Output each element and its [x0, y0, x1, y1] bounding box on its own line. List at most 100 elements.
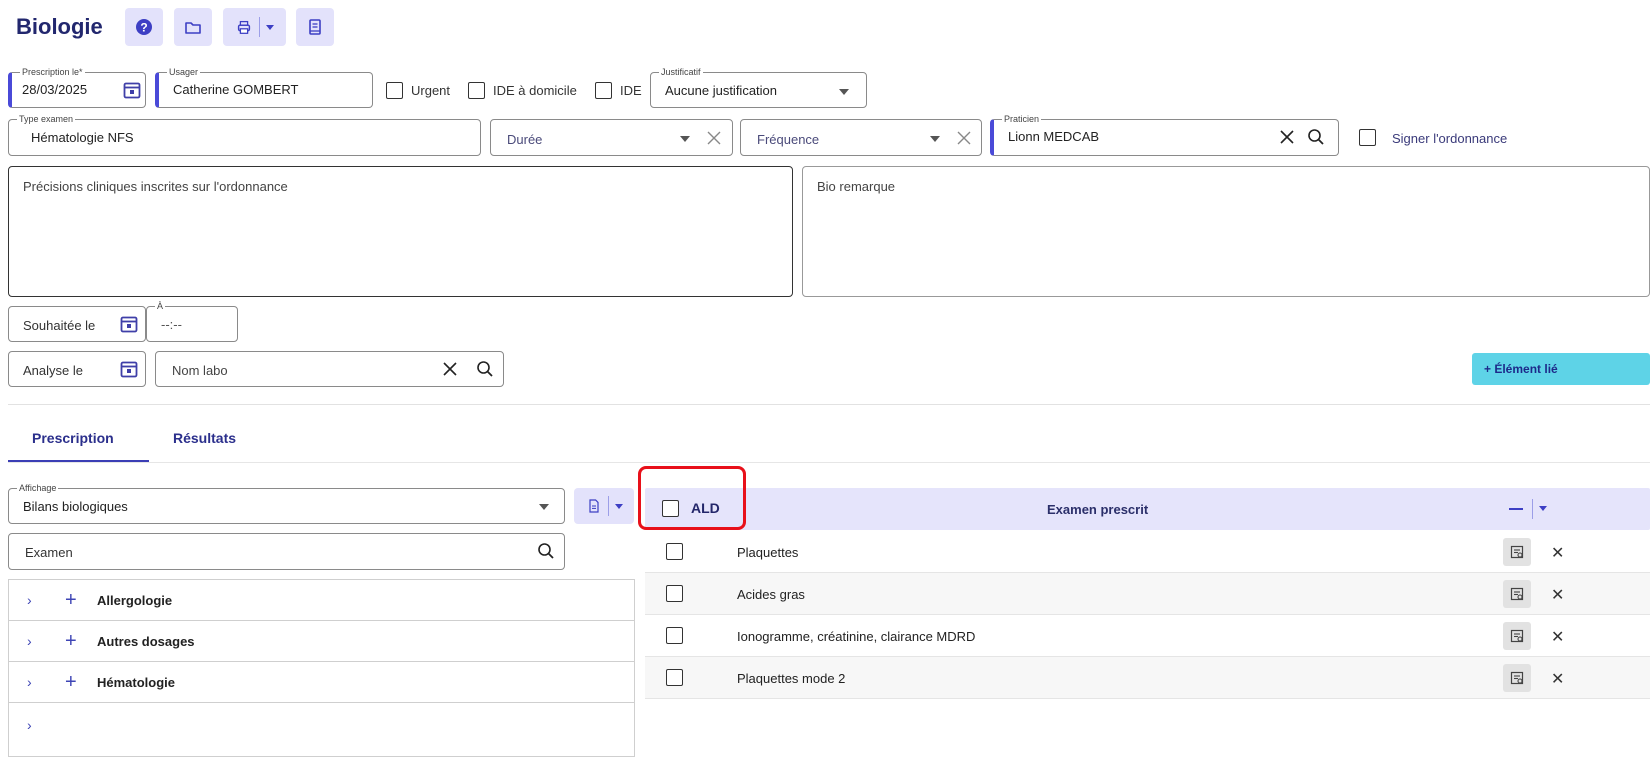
- table-row[interactable]: Plaquettes ✕: [645, 531, 1650, 573]
- section-divider: [8, 404, 1650, 405]
- tree-item-partial[interactable]: ›: [9, 703, 634, 744]
- svg-text:?: ?: [140, 21, 147, 35]
- row-checkbox[interactable]: [666, 585, 683, 602]
- remove-icon[interactable]: ✕: [1551, 543, 1564, 563]
- tree-item-hematologie[interactable]: › + Hématologie: [9, 662, 634, 703]
- clear-icon[interactable]: [442, 361, 458, 377]
- frequence-placeholder: Fréquence: [757, 132, 820, 147]
- analyse-label: Analyse le: [23, 363, 83, 378]
- separator: [1532, 499, 1533, 519]
- souhaitee-date-field[interactable]: Souhaitée le: [8, 306, 146, 342]
- exam-header-label: Examen prescrit: [1047, 502, 1149, 517]
- praticien-field[interactable]: Praticien Lionn MEDCAB: [990, 114, 1339, 156]
- print-split-button[interactable]: [223, 8, 286, 46]
- remove-icon[interactable]: ✕: [1551, 627, 1564, 647]
- exam-label: Acides gras: [737, 587, 805, 602]
- plus-icon[interactable]: +: [65, 672, 77, 692]
- calendar-icon[interactable]: [119, 314, 139, 334]
- remove-icon[interactable]: ✕: [1551, 669, 1564, 689]
- doc-split-button[interactable]: [574, 488, 634, 524]
- caret-down-icon[interactable]: [680, 136, 690, 142]
- element-lie-button[interactable]: + Élément lié: [1472, 353, 1650, 385]
- page-title: Biologie: [16, 14, 103, 39]
- type-examen-value: Hématologie NFS: [31, 130, 134, 145]
- urgent-checkbox[interactable]: [386, 82, 403, 99]
- tab-resultats[interactable]: Résultats: [173, 430, 236, 446]
- search-icon[interactable]: [476, 360, 494, 378]
- bio-remarque-textarea[interactable]: [802, 166, 1650, 297]
- chevron-down-icon[interactable]: [1539, 506, 1547, 511]
- precisions-cliniques-textarea[interactable]: [8, 166, 793, 297]
- exam-table-header: ALD Examen prescrit: [645, 488, 1650, 530]
- help-button[interactable]: ?: [125, 8, 163, 46]
- chevron-down-icon[interactable]: [266, 24, 274, 30]
- collapse-icon[interactable]: [1509, 508, 1523, 510]
- ide-label: IDE: [620, 83, 642, 98]
- clear-icon[interactable]: [706, 130, 722, 146]
- details-icon[interactable]: [1503, 538, 1531, 566]
- caret-down-icon[interactable]: [930, 136, 940, 142]
- search-icon[interactable]: [1307, 128, 1325, 146]
- nom-labo-placeholder: Nom labo: [172, 363, 228, 378]
- exam-label: Ionogramme, créatinine, clairance MDRD: [737, 629, 976, 644]
- chevron-down-icon[interactable]: [614, 503, 623, 509]
- prescription-date-label: Prescription le*: [20, 67, 85, 77]
- frequence-select[interactable]: Fréquence: [740, 119, 982, 156]
- details-icon[interactable]: [1503, 664, 1531, 692]
- plus-icon[interactable]: +: [65, 590, 77, 610]
- details-icon[interactable]: [1503, 622, 1531, 650]
- row-checkbox[interactable]: [666, 627, 683, 644]
- document-icon: [588, 499, 599, 513]
- examen-search-field[interactable]: Examen: [8, 533, 565, 570]
- chevron-right-icon[interactable]: ›: [27, 592, 32, 608]
- chevron-right-icon[interactable]: ›: [27, 717, 32, 733]
- signer-label: Signer l'ordonnance: [1392, 131, 1508, 146]
- ald-highlight-box: [638, 466, 746, 530]
- search-icon[interactable]: [537, 542, 555, 560]
- justificatif-label: Justificatif: [659, 67, 703, 77]
- duree-select[interactable]: Durée: [490, 119, 733, 156]
- tree-item-allergologie[interactable]: › + Allergologie: [9, 580, 634, 621]
- document-button[interactable]: [296, 8, 334, 46]
- prescription-date-value: 28/03/2025: [22, 82, 88, 97]
- ide-domicile-checkbox[interactable]: [468, 82, 485, 99]
- clear-icon[interactable]: [1279, 129, 1295, 145]
- usager-field[interactable]: Usager Catherine GOMBERT: [155, 67, 373, 108]
- calendar-icon[interactable]: [122, 80, 142, 100]
- row-checkbox[interactable]: [666, 669, 683, 686]
- plus-icon[interactable]: +: [65, 631, 77, 651]
- calendar-icon[interactable]: [119, 359, 139, 379]
- time-label: À: [155, 301, 166, 311]
- ide-checkbox[interactable]: [595, 82, 612, 99]
- row-checkbox[interactable]: [666, 543, 683, 560]
- table-row[interactable]: Ionogramme, créatinine, clairance MDRD ✕: [645, 615, 1650, 657]
- tree-item-label: Autres dosages: [97, 633, 195, 649]
- nom-labo-field[interactable]: Nom labo: [155, 351, 504, 387]
- justificatif-select[interactable]: Justificatif Aucune justification: [650, 67, 867, 108]
- folder-icon: [185, 22, 201, 34]
- tree-item-label: Hématologie: [97, 674, 176, 690]
- tabs-divider: [8, 462, 1650, 463]
- tab-prescription[interactable]: Prescription: [32, 430, 114, 446]
- clear-icon[interactable]: [956, 130, 972, 146]
- details-icon[interactable]: [1503, 580, 1531, 608]
- table-row[interactable]: Plaquettes mode 2 ✕: [645, 657, 1650, 699]
- usager-value: Catherine GOMBERT: [173, 82, 299, 97]
- chevron-right-icon[interactable]: ›: [27, 633, 32, 649]
- table-row[interactable]: Acides gras ✕: [645, 573, 1650, 615]
- praticien-value: Lionn MEDCAB: [1008, 129, 1100, 144]
- affichage-select[interactable]: Affichage Bilans biologiques: [8, 483, 565, 524]
- signer-checkbox[interactable]: [1359, 129, 1376, 146]
- chevron-right-icon[interactable]: ›: [27, 674, 32, 690]
- affichage-label: Affichage: [17, 483, 59, 493]
- type-examen-field[interactable]: Type examen Hématologie NFS: [8, 114, 481, 156]
- printer-icon: [237, 20, 251, 34]
- time-field[interactable]: À --:--: [146, 301, 238, 342]
- prescription-date-field[interactable]: Prescription le* 28/03/2025: [8, 67, 146, 108]
- tree-item-autres-dosages[interactable]: › + Autres dosages: [9, 621, 634, 662]
- remove-icon[interactable]: ✕: [1551, 585, 1564, 605]
- exam-tree: › + Allergologie › + Autres dosages › + …: [8, 579, 635, 757]
- examen-placeholder: Examen: [25, 545, 73, 560]
- open-folder-button[interactable]: [174, 8, 212, 46]
- analyse-date-field[interactable]: Analyse le: [8, 351, 146, 387]
